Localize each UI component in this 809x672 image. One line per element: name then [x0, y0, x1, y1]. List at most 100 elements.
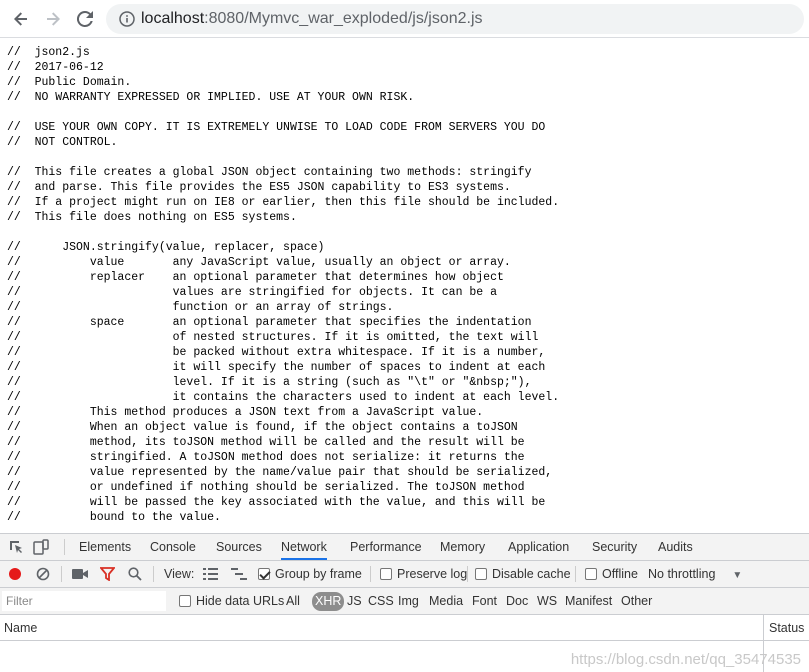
code-line: // NO WARRANTY EXPRESSED OR IMPLIED. USE…	[7, 91, 415, 104]
type-filter-doc[interactable]: Doc	[506, 592, 528, 611]
type-filter-xhr[interactable]: XHR	[312, 592, 345, 611]
type-filter-media[interactable]: Media	[429, 592, 463, 611]
hide-data-urls-checkbox[interactable]	[179, 595, 191, 607]
filter-funnel-icon[interactable]	[100, 567, 115, 581]
code-line: // values are stringified for objects. I…	[7, 286, 497, 299]
filter-bar: Hide data URLs All XHRJS CSSImg Media Font Do…	[0, 588, 809, 615]
type-filter-font[interactable]: Font	[472, 592, 497, 611]
toolbar-divider	[61, 566, 62, 582]
code-line: // function or an array of strings.	[7, 301, 394, 314]
disable-cache-label: Disable cache	[492, 567, 571, 581]
devtools-panel: Elements Console Sources Network Performance…	[0, 533, 809, 672]
code-line: // method, its toJSON method will be cal…	[7, 436, 525, 449]
code-line: // USE YOUR OWN COPY. IT IS EXTREMELY UN…	[7, 121, 546, 134]
code-line: // value represented by the name/value p…	[7, 466, 553, 479]
url-text: localhost:8080/Mymvc_war_exploded/js/jso…	[141, 10, 483, 28]
code-line: // This method produces a JSON text from…	[7, 406, 484, 419]
waterfall-overview-icon[interactable]	[231, 568, 247, 580]
filter-input[interactable]	[2, 591, 166, 611]
back-button[interactable]	[9, 7, 33, 31]
dropdown-arrow-icon: ▼	[732, 570, 743, 581]
tab-audits[interactable]: Audits	[658, 534, 693, 560]
code-line: // it contains the characters used to in…	[7, 391, 560, 404]
hide-data-urls-toggle[interactable]: Hide data URLs	[179, 588, 284, 614]
type-filter-img[interactable]: Img	[398, 592, 419, 611]
code-line: // value any JavaScript value, usually a…	[7, 256, 511, 269]
code-line: // and parse. This file provides the ES5…	[7, 181, 511, 194]
disable-cache-toggle[interactable]: Disable cache	[475, 561, 571, 587]
search-icon[interactable]	[128, 567, 142, 581]
reload-button[interactable]	[73, 7, 97, 31]
code-line: // Public Domain.	[7, 76, 132, 89]
code-line: // When an object value is found, if the…	[7, 421, 518, 434]
back-arrow-icon	[14, 12, 27, 26]
code-line: // replacer an optional parameter that d…	[7, 271, 504, 284]
column-header-name[interactable]: Name	[4, 615, 37, 641]
code-line: // level. If it is a string (such as "\t…	[7, 376, 532, 389]
reload-icon	[76, 10, 93, 27]
preserve-log-checkbox[interactable]	[380, 568, 392, 580]
toolbar-divider	[64, 539, 65, 555]
screenshot-camera-icon[interactable]	[72, 568, 88, 580]
type-filter-all[interactable]: All	[286, 592, 300, 611]
large-rows-icon[interactable]	[203, 568, 218, 580]
browser-toolbar: localhost:8080/Mymvc_war_exploded/js/jso…	[0, 0, 809, 38]
offline-label: Offline	[602, 567, 638, 581]
info-icon[interactable]	[119, 11, 135, 27]
tab-security[interactable]: Security	[592, 534, 637, 560]
tab-performance[interactable]: Performance	[350, 534, 422, 560]
code-line: // 2017-06-12	[7, 61, 104, 74]
tab-console[interactable]: Console	[150, 534, 196, 560]
type-filter-other[interactable]: Other	[621, 592, 652, 611]
code-line: // or undefined if nothing should be ser…	[7, 481, 525, 494]
toolbar-divider	[575, 566, 576, 582]
view-label: View:	[164, 567, 195, 581]
clear-icon[interactable]	[36, 567, 50, 581]
code-line: // NOT CONTROL.	[7, 136, 118, 149]
devtools-tab-bar: Elements Console Sources Network Performance…	[0, 534, 809, 561]
hide-data-urls-label: Hide data URLs	[196, 594, 285, 608]
group-by-frame-checkbox[interactable]	[258, 568, 270, 580]
type-filter-js[interactable]: JS	[347, 592, 362, 611]
group-by-frame-toggle[interactable]: Group by frame	[258, 561, 362, 587]
code-line: // be packed without extra whitespace. I…	[7, 346, 546, 359]
offline-toggle[interactable]: Offline	[585, 561, 638, 587]
watermark: https://blog.csdn.net/qq_35474535	[570, 651, 801, 668]
tab-memory[interactable]: Memory	[440, 534, 485, 560]
tab-network[interactable]: Network	[281, 534, 327, 560]
group-by-frame-label: Group by frame	[275, 567, 362, 581]
tab-application[interactable]: Application	[508, 534, 569, 560]
toolbar-divider	[370, 566, 371, 582]
network-toolbar: View: Group by frame Preserve log Disabl…	[0, 561, 809, 588]
code-line: // it will specify the number of spaces …	[7, 361, 546, 374]
code-line: // If a project might run on IE8 or earl…	[7, 196, 560, 209]
url-host: localhost	[141, 10, 205, 27]
code-line: // This file does nothing on ES5 systems…	[7, 211, 297, 224]
type-filter-ws[interactable]: WS	[537, 592, 557, 611]
url-path: :8080/Mymvc_war_exploded/js/json2.js	[204, 10, 483, 27]
toolbar-divider	[467, 566, 468, 582]
code-line: // space an optional parameter that spec…	[7, 316, 532, 329]
throttling-select[interactable]: No throttling ▼	[648, 561, 742, 587]
device-toolbar-icon[interactable]	[33, 539, 49, 555]
code-line: // This file creates a global JSON objec…	[7, 166, 532, 179]
type-filter-css[interactable]: CSS	[368, 592, 394, 611]
disable-cache-checkbox[interactable]	[475, 568, 487, 580]
type-filter-manifest[interactable]: Manifest	[565, 592, 612, 611]
code-line: // stringified. A toJSON method does not…	[7, 451, 525, 464]
preserve-log-toggle[interactable]: Preserve log	[380, 561, 467, 587]
code-line: // will be passed the key associated wit…	[7, 496, 546, 509]
address-bar[interactable]: localhost:8080/Mymvc_war_exploded/js/jso…	[106, 4, 804, 34]
throttling-value: No throttling	[648, 567, 716, 581]
column-header-status[interactable]: Status	[769, 615, 804, 641]
toolbar-divider	[153, 566, 154, 582]
preserve-log-label: Preserve log	[397, 567, 468, 581]
inspect-element-icon[interactable]	[8, 539, 24, 555]
tab-elements[interactable]: Elements	[79, 534, 131, 560]
record-icon[interactable]	[8, 567, 22, 581]
offline-checkbox[interactable]	[585, 568, 597, 580]
tab-sources[interactable]: Sources	[216, 534, 262, 560]
forward-button[interactable]	[41, 7, 65, 31]
